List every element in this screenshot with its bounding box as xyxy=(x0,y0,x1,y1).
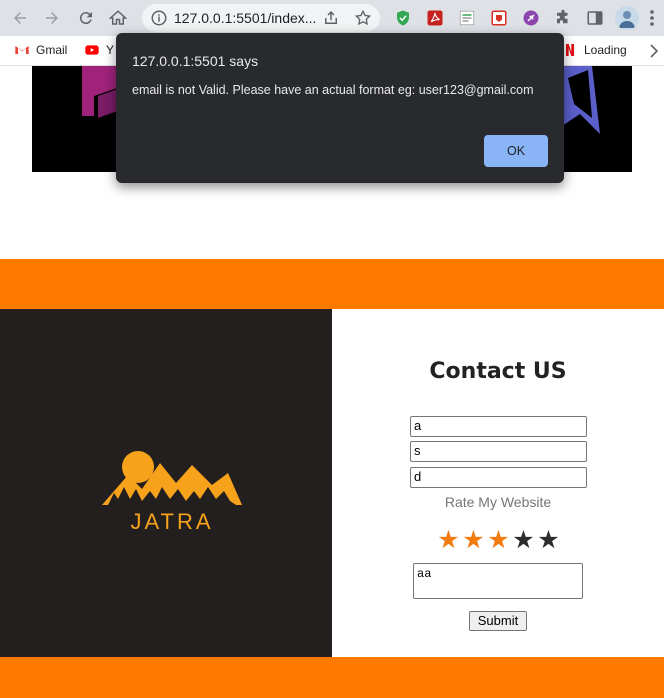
menu-dots-icon[interactable] xyxy=(646,8,658,28)
user-avatar-icon xyxy=(619,11,635,28)
reload-icon xyxy=(79,12,92,25)
shield-extension-icon[interactable] xyxy=(394,9,412,27)
name-field[interactable]: a xyxy=(410,416,587,437)
info-icon[interactable] xyxy=(150,9,168,27)
bookmark-gmail[interactable]: Gmail xyxy=(14,42,67,58)
contact-title: Contact US xyxy=(429,359,567,384)
orange-band-top xyxy=(0,259,664,309)
home-button[interactable] xyxy=(106,6,130,30)
back-button[interactable] xyxy=(8,6,32,30)
dialog-message: email is not Valid. Please have an actua… xyxy=(132,83,534,97)
arrow-left-icon xyxy=(14,12,26,24)
logo-panel: JATRA xyxy=(0,309,332,657)
bookmark-loading[interactable]: Loading xyxy=(562,42,627,58)
arrow-right-icon xyxy=(46,12,58,24)
url-text: 127.0.0.1:5501/index... xyxy=(174,10,317,26)
rate-label: Rate My Website xyxy=(444,494,552,510)
jatra-mountain-logo-icon: JATRA xyxy=(102,451,242,533)
logo-text: JATRA xyxy=(130,509,213,533)
more-bookmarks-icon[interactable] xyxy=(650,44,658,58)
dialog-ok-button[interactable]: OK xyxy=(484,135,548,167)
star-icon[interactable]: ★ xyxy=(486,527,511,553)
bookmark-label: Gmail xyxy=(36,43,68,57)
browser-toolbar: 127.0.0.1:5501/index... xyxy=(0,0,664,36)
sheet-extension-icon[interactable] xyxy=(458,9,476,27)
forward-button[interactable] xyxy=(40,6,64,30)
email-field[interactable]: s xyxy=(410,441,587,462)
side-panel-icon[interactable] xyxy=(586,9,604,27)
message-field[interactable]: d xyxy=(410,467,587,488)
bookmark-label: Loading xyxy=(584,43,627,57)
alert-dialog: 127.0.0.1:5501 says email is not Valid. … xyxy=(116,33,564,183)
pdf-extension-icon[interactable] xyxy=(426,9,444,27)
share-icon[interactable] xyxy=(322,9,340,27)
profile-avatar[interactable] xyxy=(615,6,639,30)
star-icon[interactable]: ★ xyxy=(461,527,486,553)
dialog-title: 127.0.0.1:5501 says xyxy=(132,53,259,69)
star-icon[interactable]: ★ xyxy=(536,527,561,553)
feather-extension-icon[interactable] xyxy=(522,9,540,27)
rating-stars[interactable]: ★ ★ ★ ★ ★ xyxy=(436,527,562,553)
reload-button[interactable] xyxy=(74,6,98,30)
address-bar[interactable]: 127.0.0.1:5501/index... xyxy=(142,4,380,32)
puzzle-extensions-icon[interactable] xyxy=(554,9,572,27)
bookmark-star-icon[interactable] xyxy=(354,9,372,27)
browser-window: 127.0.0.1:5501/index... Gmail Y Loading … xyxy=(0,0,664,698)
submit-button[interactable]: Submit xyxy=(469,611,527,631)
bookmark-label: Y xyxy=(106,43,115,57)
home-icon xyxy=(109,10,127,25)
star-icon[interactable]: ★ xyxy=(436,527,461,553)
comment-textarea[interactable]: aa xyxy=(413,563,583,599)
gmail-icon xyxy=(15,46,29,54)
youtube-icon xyxy=(85,45,99,55)
netflix-icon xyxy=(566,44,574,56)
bookmark-youtube[interactable]: Y xyxy=(84,42,114,58)
star-icon[interactable]: ★ xyxy=(511,527,536,553)
contact-panel: Contact US a s d Rate My Website ★ ★ ★ ★ ★ a… xyxy=(332,309,664,657)
orange-band-bottom xyxy=(0,657,664,698)
shield-red-extension-icon[interactable] xyxy=(490,9,508,27)
